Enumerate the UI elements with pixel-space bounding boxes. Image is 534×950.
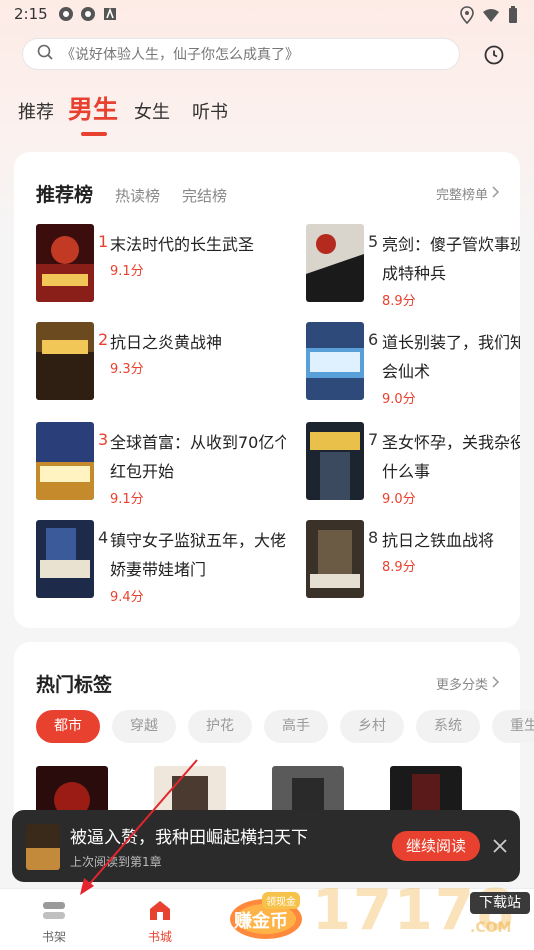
tab-audiobook[interactable]: 听书 bbox=[192, 98, 228, 124]
tab-hot-reading[interactable]: 热读榜 bbox=[115, 185, 160, 206]
tab-completed[interactable]: 完结榜 bbox=[182, 185, 227, 206]
tab-recommend[interactable]: 推荐 bbox=[18, 98, 54, 124]
continue-reading-bar[interactable]: 被逼入赘，我种田崛起横扫天下 上次阅读到第1章 继续阅读 bbox=[12, 810, 520, 882]
ranking-card: 推荐榜 热读榜 完结榜 完整榜单 1 末法时代的长生武圣 9.1分 2 抗日之炎… bbox=[14, 152, 520, 628]
ranked-book[interactable]: 4 镇守女子监狱五年，大佬 娇妻带娃堵门 9.4分 bbox=[36, 520, 286, 605]
book-title: 圣女怀孕，关我杂役 什么事 bbox=[382, 433, 520, 481]
more-categories-link[interactable]: 更多分类 bbox=[436, 674, 500, 693]
book-score: 8.9分 bbox=[382, 560, 416, 575]
search-input[interactable]: 《说好体验人生，仙子你怎么成真了》 bbox=[22, 38, 460, 70]
ranked-book[interactable]: 8 抗日之铁血战将 8.9分 bbox=[306, 520, 520, 600]
earn-coins-label: 赚金币 bbox=[234, 911, 288, 932]
full-ranking-link[interactable]: 完整榜单 bbox=[436, 184, 500, 203]
ranking-title[interactable]: 推荐榜 bbox=[36, 180, 93, 207]
book-cover bbox=[36, 422, 94, 500]
book-cover bbox=[306, 224, 364, 302]
book-score: 9.0分 bbox=[382, 492, 416, 507]
chevron-right-icon bbox=[492, 675, 500, 692]
tag-chip-protector[interactable]: 护花 bbox=[188, 710, 252, 743]
nav-bookstore[interactable]: 书城 bbox=[130, 899, 190, 945]
status-bar: 2:15 bbox=[0, 0, 534, 28]
continue-reading-button[interactable]: 继续阅读 bbox=[392, 831, 480, 861]
book-title: 末法时代的长生武圣 bbox=[110, 235, 255, 254]
book-cover bbox=[36, 520, 94, 598]
close-icon[interactable] bbox=[490, 836, 510, 856]
watermark-domain: .COM bbox=[470, 920, 512, 936]
status-time: 2:15 bbox=[14, 5, 48, 23]
history-clock-icon[interactable] bbox=[482, 43, 506, 67]
ranked-book[interactable]: 2 抗日之炎黄战神 9.3分 bbox=[36, 322, 286, 402]
wifi-icon bbox=[482, 8, 500, 27]
chevron-right-icon bbox=[492, 185, 500, 202]
book-cover bbox=[306, 422, 364, 500]
tag-chips: 都市 穿越 护花 高手 乡村 系统 重生 bbox=[36, 710, 534, 743]
tag-chip-time-travel[interactable]: 穿越 bbox=[112, 710, 176, 743]
book-cover bbox=[306, 322, 364, 400]
nav-bookshelf-label: 书架 bbox=[41, 930, 66, 944]
tag-chip-village[interactable]: 乡村 bbox=[340, 710, 404, 743]
book-score: 9.0分 bbox=[382, 392, 416, 407]
notification-icon bbox=[58, 6, 74, 22]
earn-coins-badge: 领现金 bbox=[262, 892, 300, 909]
search-icon bbox=[37, 44, 53, 64]
book-cover bbox=[26, 824, 60, 870]
book-cover bbox=[306, 520, 364, 598]
book-score: 9.1分 bbox=[110, 264, 144, 279]
last-read-chapter: 上次阅读到第1章 bbox=[70, 855, 162, 869]
full-ranking-label: 完整榜单 bbox=[435, 188, 488, 203]
book-cover bbox=[36, 322, 94, 400]
tag-chip-rebirth[interactable]: 重生 bbox=[492, 710, 534, 743]
hot-tags-title: 热门标签 bbox=[36, 674, 113, 696]
book-title: 全球首富：从收到70亿个 红包开始 bbox=[110, 433, 286, 481]
book-score: 9.4分 bbox=[110, 590, 144, 605]
book-cover bbox=[36, 224, 94, 302]
watermark-badge: 下载站 bbox=[470, 892, 530, 914]
book-title: 抗日之铁血战将 bbox=[382, 531, 495, 550]
search-placeholder: 《说好体验人生，仙子你怎么成真了》 bbox=[61, 47, 299, 63]
ranked-book[interactable]: 7 圣女怀孕，关我杂役 什么事 9.0分 bbox=[306, 422, 520, 507]
tag-chip-urban[interactable]: 都市 bbox=[36, 710, 100, 743]
ranked-book[interactable]: 5 亮剑：傻子管炊事班 成特种兵 8.9分 bbox=[306, 224, 520, 309]
book-title: 镇守女子监狱五年，大佬 娇妻带娃堵门 bbox=[110, 531, 286, 579]
ranked-book[interactable]: 6 道长别装了，我们知 会仙术 9.0分 bbox=[306, 322, 520, 407]
battery-icon bbox=[508, 6, 518, 28]
continue-book-title: 被逼入赘，我种田崛起横扫天下 bbox=[70, 828, 308, 848]
location-icon bbox=[460, 6, 474, 28]
active-tab-indicator bbox=[81, 132, 107, 136]
notification-icon bbox=[80, 6, 96, 22]
book-score: 8.9分 bbox=[382, 294, 416, 309]
book-title: 道长别装了，我们知 会仙术 bbox=[382, 333, 520, 381]
bookshelf-icon bbox=[42, 902, 66, 925]
book-score: 9.3分 bbox=[110, 362, 144, 377]
home-icon bbox=[148, 901, 172, 925]
book-title: 亮剑：傻子管炊事班 成特种兵 bbox=[382, 235, 520, 283]
tab-female[interactable]: 女生 bbox=[134, 98, 170, 124]
tag-chip-system[interactable]: 系统 bbox=[416, 710, 480, 743]
tab-male[interactable]: 男生 bbox=[68, 90, 118, 126]
book-score: 9.1分 bbox=[110, 492, 144, 507]
app-notification-icon bbox=[102, 6, 118, 22]
book-title: 抗日之炎黄战神 bbox=[110, 333, 223, 352]
nav-bookshelf[interactable]: 书架 bbox=[24, 899, 84, 945]
more-categories-label: 更多分类 bbox=[435, 678, 488, 693]
ranked-book[interactable]: 1 末法时代的长生武圣 9.1分 bbox=[36, 224, 286, 304]
tag-chip-master[interactable]: 高手 bbox=[264, 710, 328, 743]
ranked-book[interactable]: 3 全球首富：从收到70亿个 红包开始 9.1分 bbox=[36, 422, 286, 507]
nav-bookstore-label: 书城 bbox=[147, 930, 172, 944]
